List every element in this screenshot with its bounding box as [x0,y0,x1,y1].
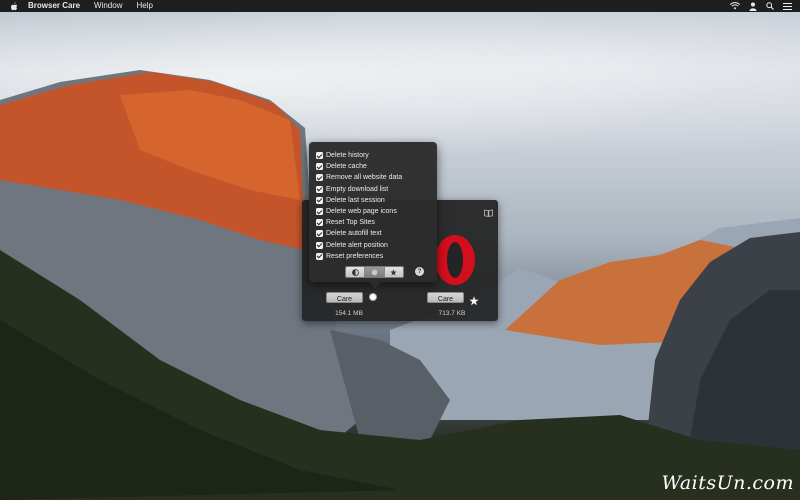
option-label: Delete alert position [326,241,388,249]
cleanup-options-list: Delete history Delete cache Remove all w… [316,150,402,262]
segment-star[interactable] [384,267,403,277]
option-delete-last-session[interactable]: Delete last session [316,195,402,206]
popover-arrow [369,282,381,288]
checkbox[interactable] [316,185,323,193]
opera-logo-icon [433,234,477,286]
star-icon [390,268,398,276]
menu-bar: Browser Care Window Help [0,0,800,12]
checkbox[interactable] [316,230,323,238]
option-reset-top-sites[interactable]: Reset Top Sites [316,217,402,228]
wifi-icon[interactable] [730,2,740,10]
option-label: Delete cache [326,163,367,171]
cleanup-options-popover: Delete history Delete cache Remove all w… [309,142,437,288]
checkbox[interactable] [316,174,323,182]
option-label: Reset Top Sites [326,219,375,227]
mode-segmented-control [345,266,404,278]
circle-icon [371,269,378,275]
option-empty-download-list[interactable]: Empty download list [316,184,402,195]
option-label: Delete web page icons [326,208,397,216]
favorite-star-icon[interactable] [469,293,479,306]
apple-logo-icon[interactable] [10,1,20,11]
menu-help[interactable]: Help [136,0,152,12]
book-icon[interactable] [484,204,493,217]
help-button[interactable]: ? [415,267,424,276]
menu-window[interactable]: Window [94,0,122,12]
care-button-browser-2[interactable]: Care [427,292,464,303]
option-label: Delete autofill text [326,230,382,238]
care-button-browser-1[interactable]: Care [326,292,363,303]
option-reset-preferences[interactable]: Reset preferences [316,251,402,262]
option-label: Delete history [326,152,369,160]
segment-contrast[interactable] [346,267,366,277]
browser-1-size: 154.1 MB [335,310,363,317]
option-label: Empty download list [326,185,389,193]
option-label: Reset preferences [326,252,384,260]
option-delete-alert-position[interactable]: Delete alert position [316,240,402,251]
browser-1-select-radio[interactable] [369,293,377,301]
checkbox[interactable] [316,196,323,204]
option-label: Delete last session [326,196,385,204]
list-icon[interactable] [783,2,792,10]
checkbox[interactable] [316,252,323,260]
option-delete-history[interactable]: Delete history [316,150,402,161]
checkbox[interactable] [316,152,323,160]
checkbox[interactable] [316,241,323,249]
checkbox[interactable] [316,163,323,171]
option-delete-cache[interactable]: Delete cache [316,161,402,172]
checkbox[interactable] [316,219,323,227]
segment-circle[interactable] [365,267,385,277]
option-remove-website-data[interactable]: Remove all website data [316,172,402,183]
search-icon[interactable] [766,2,774,10]
menubar-status-area [730,0,792,12]
menu-app-name[interactable]: Browser Care [28,0,80,12]
option-delete-autofill-text[interactable]: Delete autofill text [316,228,402,239]
contrast-icon [351,268,359,276]
option-delete-web-page-icons[interactable]: Delete web page icons [316,206,402,217]
user-icon[interactable] [749,2,757,11]
watermark-text: WaitsUn.com [661,472,794,494]
option-label: Remove all website data [326,174,403,182]
checkbox[interactable] [316,208,323,216]
browser-2-size: 713.7 KB [438,310,466,317]
